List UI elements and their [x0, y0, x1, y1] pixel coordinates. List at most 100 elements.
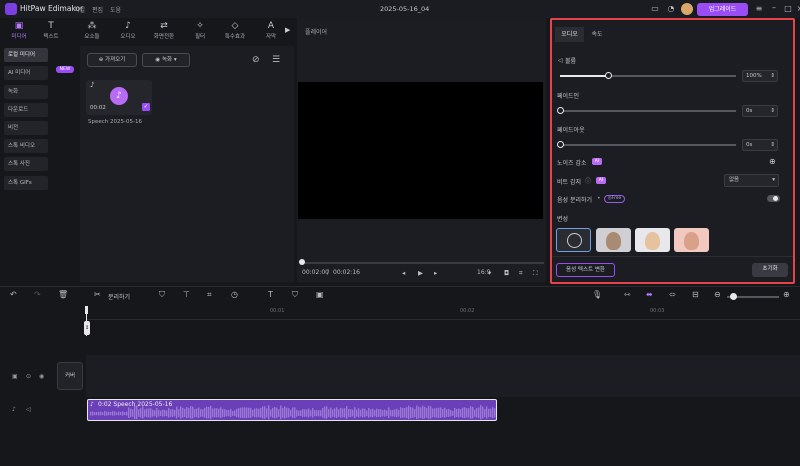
media-icon[interactable]: ▣: [316, 290, 324, 300]
voice-card[interactable]: [596, 228, 631, 252]
tab-audio[interactable]: ♪ 오디오: [113, 20, 143, 42]
filter-icon: ✧: [196, 21, 204, 31]
split-label[interactable]: 분리하기: [108, 292, 130, 301]
fade-in-knob[interactable]: [557, 107, 564, 114]
check-icon[interactable]: ✓: [142, 103, 150, 111]
zoom-out-icon[interactable]: ⊖: [714, 290, 721, 300]
maximize-icon[interactable]: □: [783, 4, 793, 14]
sidebar-item-download[interactable]: 다운로드: [4, 103, 48, 117]
sticker-icon[interactable]: ⛉: [292, 290, 298, 300]
music-note-icon[interactable]: ♪: [12, 406, 16, 413]
tab-audio-props[interactable]: 오디오: [555, 27, 584, 42]
info-icon[interactable]: ⓘ: [585, 176, 591, 185]
split-view-icon[interactable]: ⬄: [669, 290, 676, 300]
text-box-icon[interactable]: ⊤: [183, 290, 190, 300]
sidebar-item-stock-video[interactable]: 스톡 비디오: [4, 139, 48, 153]
sidebar-item-vision[interactable]: 비전: [4, 121, 48, 135]
sidebar-item-local-media[interactable]: 로컬 미디어: [4, 48, 48, 62]
media-item-name: Speech 2025-05-16: [88, 119, 142, 125]
download-icon[interactable]: ⊕: [769, 157, 776, 166]
import-button[interactable]: ⊕ 가져오기: [87, 53, 137, 67]
visibility-icon[interactable]: ◉: [39, 373, 44, 380]
scissors-icon[interactable]: ✂: [94, 290, 101, 300]
notification-icon[interactable]: ◔: [666, 4, 676, 14]
avatar[interactable]: [681, 3, 693, 15]
dot-icon: •: [597, 195, 601, 202]
microphone-icon[interactable]: 🎙: [592, 290, 602, 300]
fullscreen-icon[interactable]: ⛶: [533, 269, 538, 278]
text-icon[interactable]: T: [268, 290, 273, 300]
menu-file[interactable]: 파일: [74, 5, 85, 14]
next-frame-icon[interactable]: ▸: [434, 269, 437, 277]
crop-icon[interactable]: ⌗: [207, 290, 212, 300]
tab-effects[interactable]: ◇ 특수효과: [220, 20, 250, 42]
voice-none-card[interactable]: [556, 228, 591, 252]
tab-elements[interactable]: ⁂ 요소들: [77, 20, 107, 42]
fade-out-input[interactable]: 0s ⇕: [742, 139, 778, 151]
track-mute-icon[interactable]: ▣: [12, 373, 18, 380]
close-icon[interactable]: ×: [795, 4, 800, 14]
media-icon: ▣: [14, 21, 24, 31]
fade-out-knob[interactable]: [557, 141, 564, 148]
voice-card[interactable]: [635, 228, 670, 252]
snap-icon[interactable]: ⬌: [646, 290, 653, 300]
tab-speed[interactable]: 속도: [586, 27, 608, 42]
snapshot-icon[interactable]: ◘: [504, 269, 509, 277]
tab-text[interactable]: T 텍스트: [36, 20, 66, 42]
volume-icon[interactable]: ◁: [26, 406, 31, 413]
voice-changer-label: 변성: [557, 216, 569, 223]
upgrade-button[interactable]: 업그레이드: [697, 3, 748, 16]
subtitle-icon: A: [267, 21, 275, 31]
reset-button[interactable]: 초기화: [752, 263, 788, 277]
crop-icon[interactable]: ⌗: [519, 269, 523, 278]
play-icon[interactable]: ▶: [418, 269, 423, 277]
menu-icon[interactable]: ≡: [754, 4, 764, 14]
tab-media[interactable]: ▣ 미디어: [4, 20, 34, 42]
feedback-icon[interactable]: ▭: [650, 4, 660, 14]
fade-out-slider[interactable]: [560, 144, 736, 146]
zoom-slider-knob[interactable]: [730, 293, 737, 300]
cover-button[interactable]: 커버: [57, 362, 83, 390]
volume-input[interactable]: 100% ⇕: [742, 70, 778, 82]
video-track[interactable]: [86, 355, 800, 397]
fade-in-input[interactable]: 0s ⇕: [742, 105, 778, 117]
text-icon: T: [48, 21, 54, 31]
prev-frame-icon[interactable]: ◂: [402, 269, 405, 277]
sidebar-item-stock-photo[interactable]: 스톡 사진: [4, 157, 48, 171]
menu-edit[interactable]: 편집: [92, 5, 103, 14]
redo-icon[interactable]: ↷: [34, 290, 41, 300]
fit-icon[interactable]: ⊟: [692, 290, 699, 300]
voice-separation-toggle[interactable]: [767, 195, 780, 202]
undo-icon[interactable]: ↶: [10, 290, 17, 300]
speech-to-text-button[interactable]: 음성 텍스트 변환: [556, 263, 615, 277]
sidebar-item-stock-gifs[interactable]: 스톡 GIFs: [4, 176, 48, 190]
menu-help[interactable]: 도움: [110, 5, 121, 14]
sidebar-item-record[interactable]: 녹화: [4, 85, 48, 99]
preview-screen[interactable]: [298, 82, 543, 219]
minimize-icon[interactable]: –: [769, 3, 779, 13]
link-icon[interactable]: ⇿: [624, 290, 631, 300]
sort-icon[interactable]: ☰: [272, 55, 280, 65]
playhead-handle[interactable]: ↕: [84, 321, 90, 335]
fade-in-slider[interactable]: [560, 110, 736, 112]
search-icon[interactable]: ⊘: [252, 55, 260, 65]
zoom-in-icon[interactable]: ⊕: [783, 290, 790, 300]
tab-subtitle[interactable]: A 자막: [256, 20, 286, 42]
playback-progress[interactable]: [301, 262, 544, 264]
app-logo-icon: [5, 3, 17, 15]
tabs-next-icon[interactable]: ▶: [285, 26, 290, 34]
volume-slider-knob[interactable]: [604, 72, 612, 79]
delete-icon[interactable]: 🗑: [58, 290, 68, 300]
tab-label: 필터: [194, 34, 206, 40]
tab-filter[interactable]: ✧ 필터: [185, 20, 215, 42]
record-button[interactable]: ◉ 녹화 ▾: [142, 53, 190, 67]
beat-detect-select[interactable]: 없음 ▾: [724, 174, 779, 187]
sidebar-item-ai-media[interactable]: AI 미디어: [4, 66, 48, 80]
time-ruler[interactable]: [86, 306, 800, 320]
playback-knob[interactable]: [299, 259, 305, 265]
shield-icon[interactable]: ⛉: [159, 290, 165, 300]
speed-icon[interactable]: ◷: [231, 290, 238, 300]
lock-icon[interactable]: ⊙: [26, 373, 31, 380]
tab-transition[interactable]: ⇄ 화면전환: [149, 20, 179, 42]
voice-card[interactable]: [674, 228, 709, 252]
